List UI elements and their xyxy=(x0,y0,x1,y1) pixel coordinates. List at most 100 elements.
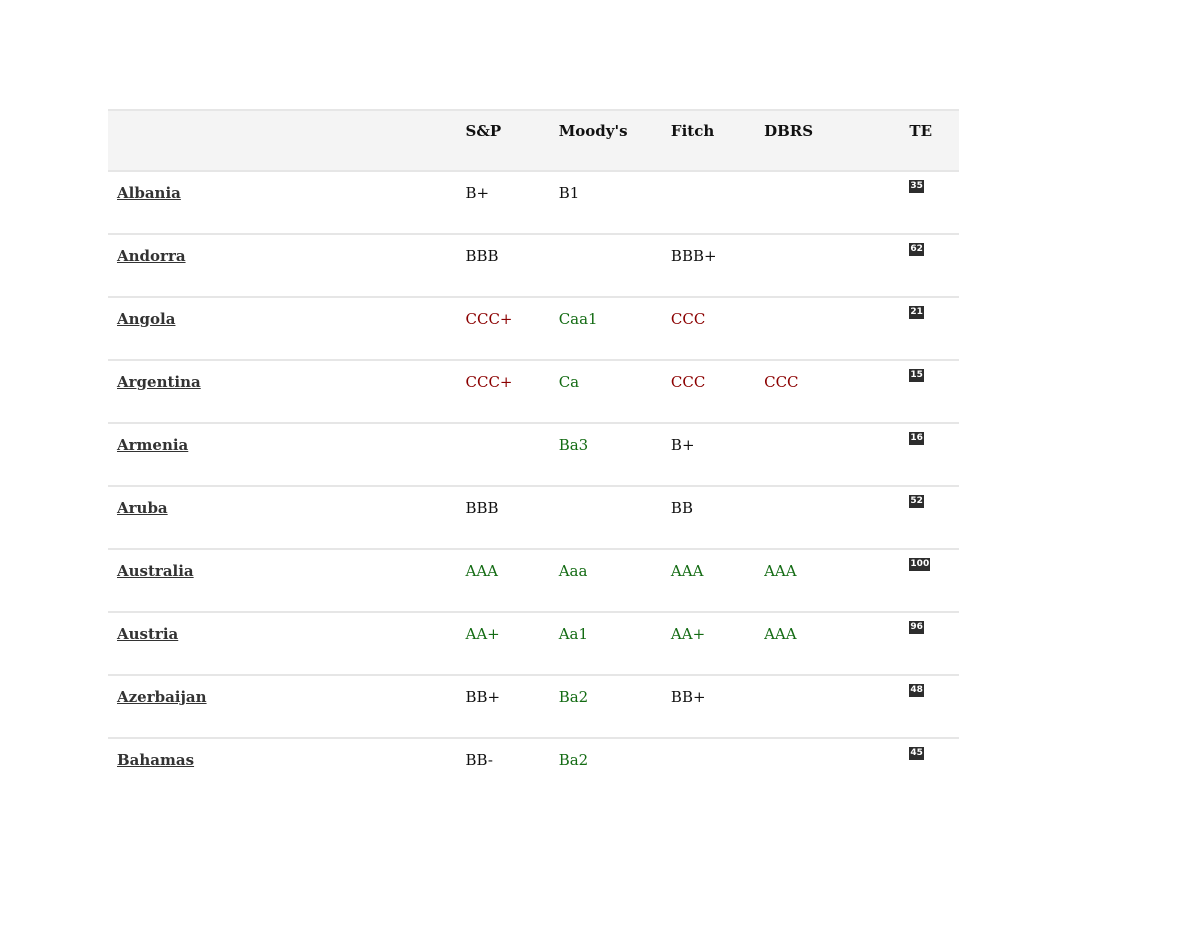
dbrs-rating-cell xyxy=(764,297,910,361)
fitch-rating: BBB+ xyxy=(670,247,717,265)
fitch-rating: CCC xyxy=(670,310,706,328)
moodys-rating-cell: Ba2 xyxy=(558,675,671,739)
te-score-cell: 96 xyxy=(909,612,959,676)
dbrs-rating-cell: CCC xyxy=(764,360,910,424)
header-sp: S&P xyxy=(465,110,559,172)
moodys-rating: Ba2 xyxy=(558,688,589,706)
country-link[interactable]: Albania xyxy=(117,184,181,202)
fitch-rating-cell: BB xyxy=(670,486,765,550)
header-country xyxy=(108,110,466,172)
header-dbrs: DBRS xyxy=(764,110,910,172)
fitch-rating-cell: CCC xyxy=(670,297,765,361)
country-cell: Australia xyxy=(108,549,466,613)
country-link[interactable]: Armenia xyxy=(117,436,188,454)
te-score-badge: 48 xyxy=(909,684,924,697)
moodys-rating-cell xyxy=(558,234,671,298)
dbrs-rating-cell xyxy=(764,675,910,739)
country-cell: Aruba xyxy=(108,486,466,550)
fitch-rating-cell: B+ xyxy=(670,423,765,487)
sp-rating: AAA xyxy=(465,562,499,580)
sp-rating-cell: AAA xyxy=(465,549,559,613)
country-link[interactable]: Austria xyxy=(117,625,178,643)
country-link[interactable]: Aruba xyxy=(117,499,168,517)
moodys-rating-cell: Aaa xyxy=(558,549,671,613)
country-cell: Austria xyxy=(108,612,466,676)
sp-rating-cell: CCC+ xyxy=(465,297,559,361)
country-cell: Andorra xyxy=(108,234,466,298)
dbrs-rating-cell xyxy=(764,486,910,550)
country-link[interactable]: Argentina xyxy=(117,373,201,391)
country-link[interactable]: Azerbaijan xyxy=(117,688,207,706)
moodys-rating-cell: Caa1 xyxy=(558,297,671,361)
sp-rating-cell: B+ xyxy=(465,171,559,235)
te-score-badge: 96 xyxy=(909,621,924,634)
moodys-rating: Ba2 xyxy=(558,751,589,769)
te-score-badge: 45 xyxy=(909,747,924,760)
table-row: Aruba BBB BB 52 xyxy=(108,486,959,550)
te-score-cell: 45 xyxy=(909,738,959,800)
dbrs-rating-cell xyxy=(764,234,910,298)
table-row: Albania B+ B1 35 xyxy=(108,171,959,235)
te-score-badge: 35 xyxy=(909,180,924,193)
moodys-rating: B1 xyxy=(558,184,580,202)
te-score-cell: 21 xyxy=(909,297,959,361)
dbrs-rating: CCC xyxy=(764,373,799,391)
country-link[interactable]: Bahamas xyxy=(117,751,194,769)
te-score-cell: 62 xyxy=(909,234,959,298)
moodys-rating-cell xyxy=(558,486,671,550)
te-score-badge: 21 xyxy=(909,306,924,319)
dbrs-rating-cell: AAA xyxy=(764,612,910,676)
fitch-rating-cell: AAA xyxy=(670,549,765,613)
te-score-cell: 48 xyxy=(909,675,959,739)
fitch-rating-cell xyxy=(671,738,764,800)
dbrs-rating-cell xyxy=(764,423,910,487)
country-cell: Armenia xyxy=(108,423,466,487)
moodys-rating-cell: Aa1 xyxy=(558,612,671,676)
country-link[interactable]: Andorra xyxy=(117,247,186,265)
fitch-rating-cell: CCC xyxy=(670,360,765,424)
credit-ratings-table: S&P Moody's Fitch DBRS TE Albania B+ B1 35 A… xyxy=(108,109,959,800)
country-link[interactable]: Australia xyxy=(117,562,194,580)
country-cell: Azerbaijan xyxy=(108,675,466,739)
table-body: Albania B+ B1 35 Andorra BBB BBB+ 62 Angola CCC+ C… xyxy=(108,171,959,800)
te-score-cell: 15 xyxy=(909,360,959,424)
table-row: Azerbaijan BB+ Ba2 BB+ 48 xyxy=(108,675,959,739)
sp-rating: BB+ xyxy=(465,688,501,706)
header-te: TE xyxy=(909,110,959,172)
moodys-rating-cell: Ca xyxy=(558,360,671,424)
dbrs-rating-cell xyxy=(764,738,909,800)
sp-rating-cell: BB+ xyxy=(465,675,559,739)
header-row: S&P Moody's Fitch DBRS TE xyxy=(108,110,959,172)
country-cell: Bahamas xyxy=(108,738,466,800)
sp-rating: B+ xyxy=(465,184,490,202)
sp-rating-cell: BBB xyxy=(465,234,559,298)
table-header: S&P Moody's Fitch DBRS TE xyxy=(108,110,959,172)
moodys-rating: Aa1 xyxy=(558,625,589,643)
sp-rating-cell: AA+ xyxy=(465,612,559,676)
header-fitch: Fitch xyxy=(670,110,765,172)
table-row: Andorra BBB BBB+ 62 xyxy=(108,234,959,298)
sp-rating: BBB xyxy=(465,499,499,517)
fitch-rating: BB xyxy=(670,499,693,517)
table-row: Australia AAA Aaa AAA AAA 100 xyxy=(108,549,959,613)
te-score-cell: 35 xyxy=(909,171,959,235)
moodys-rating-cell: Ba2 xyxy=(559,738,671,800)
dbrs-rating-cell xyxy=(764,171,910,235)
country-cell: Argentina xyxy=(108,360,466,424)
sp-rating-cell: CCC+ xyxy=(465,360,559,424)
header-moodys: Moody's xyxy=(558,110,671,172)
sp-rating: CCC+ xyxy=(465,373,513,391)
fitch-rating: AAA xyxy=(670,562,704,580)
te-score-cell: 100 xyxy=(909,549,959,613)
fitch-rating: AA+ xyxy=(670,625,706,643)
country-link[interactable]: Angola xyxy=(117,310,175,328)
moodys-rating-cell: Ba3 xyxy=(558,423,671,487)
table-row: Angola CCC+ Caa1 CCC 21 xyxy=(108,297,959,361)
moodys-rating: Aaa xyxy=(558,562,588,580)
te-score-cell: 52 xyxy=(909,486,959,550)
table-row: Austria AA+ Aa1 AA+ AAA 96 xyxy=(108,612,959,676)
moodys-rating: Ba3 xyxy=(558,436,589,454)
moodys-rating: Caa1 xyxy=(558,310,598,328)
sp-rating: AA+ xyxy=(465,625,500,643)
moodys-rating: Ca xyxy=(558,373,580,391)
